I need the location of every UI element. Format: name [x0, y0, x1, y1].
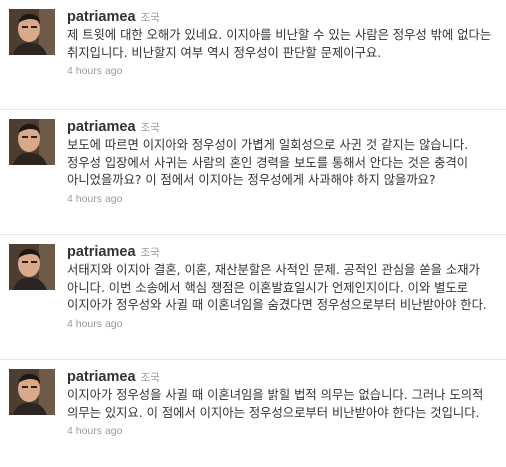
timestamp[interactable]: 4 hours ago	[67, 425, 500, 437]
real-name: 조국	[140, 12, 160, 24]
tweet-text: 제 트윗에 대한 오해가 있네요. 이지아를 비난할 수 있는 사람은 정우성 …	[67, 28, 492, 60]
tweet-item: patriamea 조국 제 트윗에 대한 오해가 있네요. 이지아를 비난할 수…	[0, 0, 506, 110]
username[interactable]: patriamea	[67, 244, 136, 260]
username[interactable]: patriamea	[67, 119, 136, 135]
avatar-photo-icon	[9, 119, 55, 165]
tweet-feed: patriamea 조국 제 트윗에 대한 오해가 있네요. 이지아를 비난할 수…	[0, 0, 506, 467]
username[interactable]: patriamea	[67, 369, 136, 385]
timestamp[interactable]: 4 hours ago	[67, 318, 500, 330]
tweet-item: patriamea 조국 서태지와 이지아 결혼, 이혼, 재산분할은 사적인 문…	[0, 235, 506, 360]
tweet-text: 이지아가 정우성을 사귈 때 이혼녀임을 밝힐 법적 의무는 없습니다. 그러나…	[67, 388, 484, 420]
timestamp[interactable]: 4 hours ago	[67, 65, 500, 77]
avatar-photo-icon	[9, 244, 55, 290]
avatar[interactable]	[9, 244, 55, 290]
tweet-text: 보도에 따르면 이지아와 정우성이 가볍게 일회성으로 사귄 것 같지는 않습니…	[67, 138, 469, 187]
real-name: 조국	[140, 247, 160, 259]
username[interactable]: patriamea	[67, 9, 136, 25]
avatar-photo-icon	[9, 9, 55, 55]
real-name: 조국	[140, 372, 160, 384]
real-name: 조국	[140, 122, 160, 134]
tweet-item: patriamea 조국 이지아가 정우성을 사귈 때 이혼녀임을 밝힐 법적 의…	[0, 360, 506, 467]
tweet-text: 서태지와 이지아 결혼, 이혼, 재산분할은 사적인 문제. 공적인 관심을 쏟…	[67, 263, 487, 312]
avatar[interactable]	[9, 119, 55, 165]
avatar[interactable]	[9, 9, 55, 55]
avatar-photo-icon	[9, 369, 55, 415]
tweet-item: patriamea 조국 보도에 따르면 이지아와 정우성이 가볍게 일회성으로 …	[0, 110, 506, 235]
timestamp[interactable]: 4 hours ago	[67, 193, 500, 205]
avatar[interactable]	[9, 369, 55, 415]
